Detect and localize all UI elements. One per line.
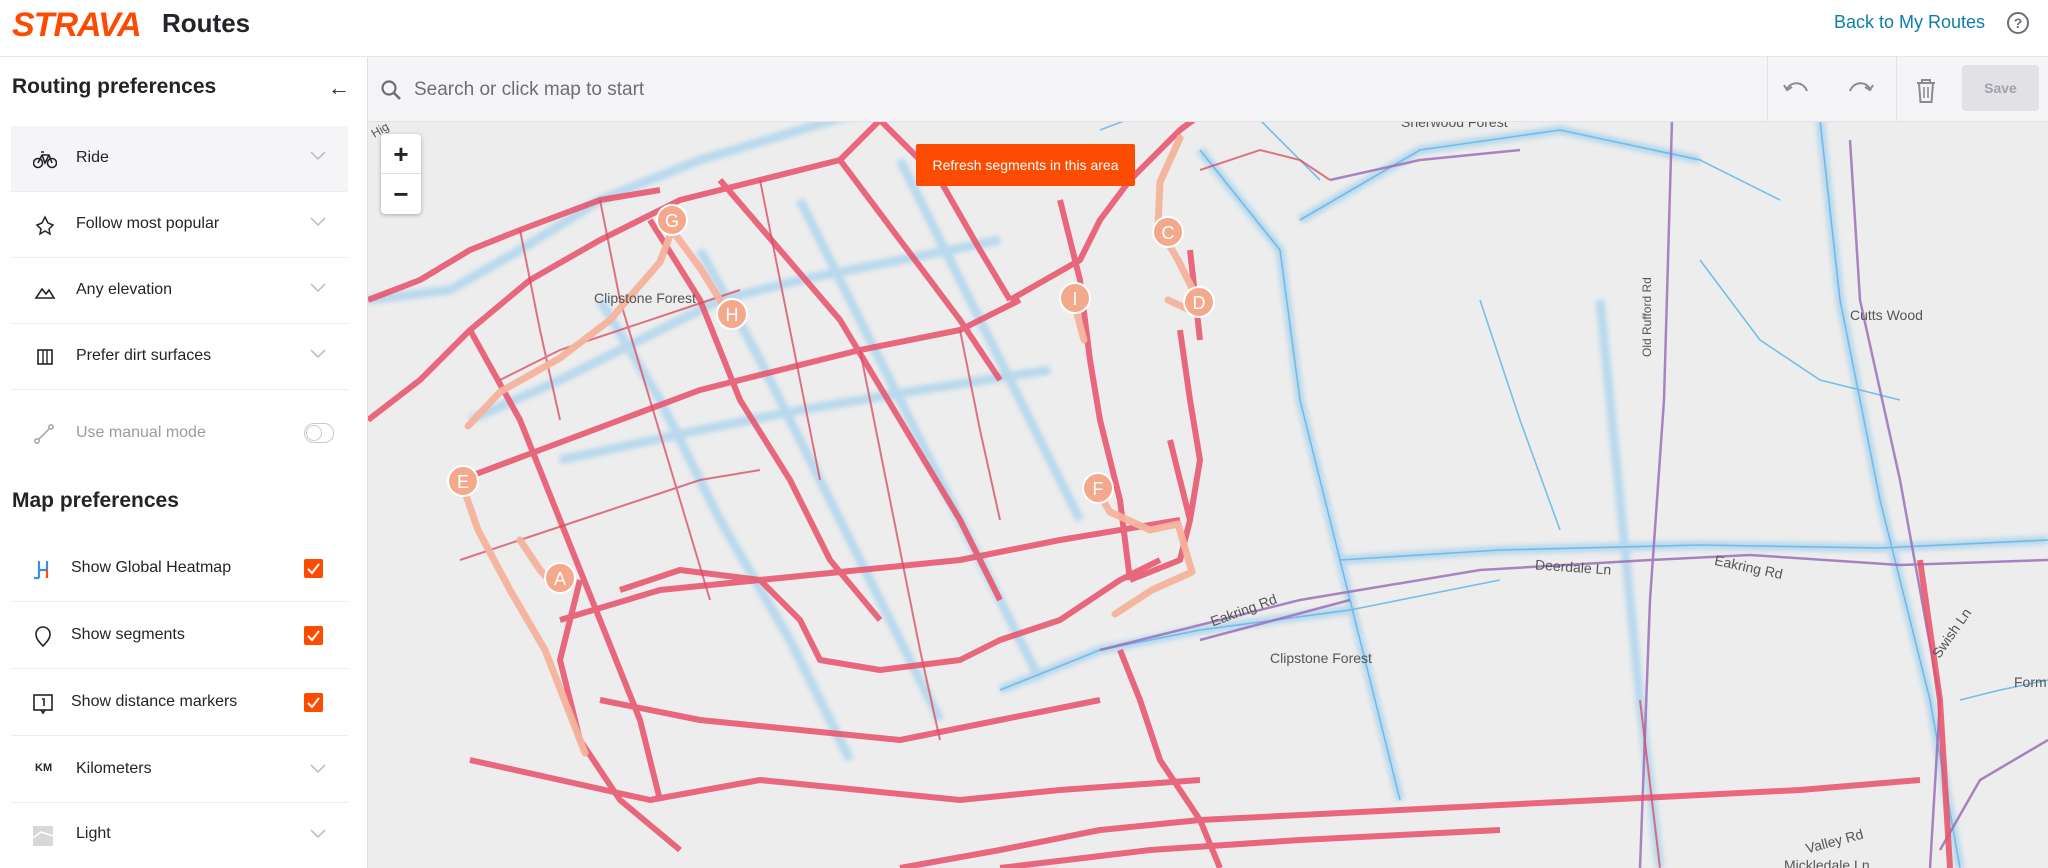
map-pref-style[interactable]: Light (11, 802, 348, 868)
chevron-down-icon (310, 151, 326, 161)
save-button[interactable]: Save (1962, 65, 2039, 111)
pref-popularity-label: Follow most popular (76, 215, 220, 232)
manual-mode-label: Use manual mode (76, 424, 206, 441)
svg-text:F: F (1093, 479, 1104, 499)
waypoint-marker-a[interactable]: A (544, 562, 576, 594)
svg-text:D: D (1193, 293, 1206, 313)
heatmap-icon (34, 561, 49, 580)
zoom-out-button[interactable]: − (381, 174, 421, 214)
map-pref-style-label: Light (76, 825, 111, 842)
pref-surface-label: Prefer dirt surfaces (76, 347, 212, 364)
route-map[interactable]: G H C D I E F A Sherwood Forest Clipston… (368, 57, 2048, 868)
manual-route-icon (34, 424, 54, 444)
segments-checkbox[interactable] (304, 626, 323, 645)
map-pref-segments[interactable]: Show segments (11, 603, 348, 669)
pref-elevation-label: Any elevation (76, 281, 173, 298)
place-label: Cutts Wood (1850, 307, 1923, 323)
map-preferences-heading: Map preferences (12, 489, 179, 512)
pref-surface[interactable]: Prefer dirt surfaces (11, 324, 348, 390)
svg-text:H: H (726, 305, 739, 325)
waypoint-layer: G H C D I E F A (447, 176, 1215, 594)
back-to-routes-link[interactable]: Back to My Routes (1834, 12, 1985, 33)
map-pref-segments-label: Show segments (71, 626, 185, 643)
chevron-down-icon (310, 349, 326, 359)
road-label: Old Rufford Rd (1640, 277, 1654, 357)
map-style-icon (32, 826, 54, 846)
map-pref-distance-markers[interactable]: Show distance markers (11, 670, 348, 736)
waypoint-marker-g[interactable]: G (656, 176, 688, 236)
pref-ride-label: Ride (76, 149, 109, 166)
chevron-down-icon (310, 764, 326, 774)
undo-icon[interactable] (1781, 75, 1811, 105)
distance-marker-icon (33, 694, 53, 715)
zoom-controls: + − (381, 134, 421, 214)
waypoint-marker-i[interactable]: I (1059, 282, 1091, 314)
waypoint-marker-d[interactable]: D (1183, 286, 1215, 318)
waypoint-marker-h[interactable]: H (716, 298, 748, 330)
road-label: Mickledale Ln (1784, 857, 1870, 868)
bike-icon (33, 151, 57, 169)
svg-text:I: I (1072, 289, 1077, 309)
redo-icon[interactable] (1846, 75, 1876, 105)
place-label: Clipstone Forest (1270, 650, 1372, 666)
search-icon (381, 80, 401, 100)
km-icon: KM (35, 762, 53, 774)
chevron-down-icon (310, 829, 326, 839)
top-bar: STRAVA Routes Back to My Routes ? (0, 0, 2048, 57)
toolbar-divider (1896, 57, 1897, 122)
pref-elevation[interactable]: Any elevation (11, 258, 348, 324)
pref-ride[interactable]: Ride (11, 126, 348, 192)
map-pref-units-label: Kilometers (76, 760, 152, 777)
map-pref-heatmap-label: Show Global Heatmap (71, 559, 232, 576)
segment-icon (35, 626, 51, 648)
svg-text:A: A (554, 569, 566, 589)
manual-mode-toggle[interactable] (304, 423, 334, 443)
chevron-down-icon (310, 217, 326, 227)
help-icon[interactable]: ? (2007, 12, 2029, 34)
routing-preferences-heading: Routing preferences (12, 75, 217, 98)
place-label: Form (2014, 674, 2047, 690)
svg-text:C: C (1162, 223, 1175, 243)
zoom-in-button[interactable]: + (381, 134, 421, 174)
pref-popularity[interactable]: Follow most popular (11, 192, 348, 258)
distance-markers-checkbox[interactable] (304, 693, 323, 712)
search-bar (368, 57, 1767, 122)
elevation-icon (34, 287, 56, 299)
map-pref-units[interactable]: KM Kilometers (11, 737, 348, 803)
page-title: Routes (162, 8, 251, 38)
place-label: Clipstone Forest (594, 290, 696, 306)
svg-text:E: E (457, 472, 469, 492)
trash-icon[interactable] (1911, 75, 1941, 105)
surface-icon (37, 349, 53, 365)
refresh-segments-button[interactable]: Refresh segments in this area (916, 144, 1135, 186)
route-toolbar: Save (1767, 57, 2048, 122)
sidebar: Routing preferences ← Ride Follow most p… (0, 57, 368, 868)
waypoint-marker-f[interactable]: F (1082, 472, 1114, 504)
heatmap-checkbox[interactable] (304, 559, 323, 578)
search-input[interactable] (414, 71, 1734, 109)
manual-mode-row: Use manual mode (11, 399, 348, 469)
popular-icon (35, 215, 55, 236)
svg-text:G: G (665, 211, 679, 231)
collapse-sidebar-button[interactable]: ← (328, 75, 350, 101)
waypoint-marker-e[interactable]: E (447, 465, 479, 497)
strava-logo[interactable]: STRAVA (12, 6, 142, 45)
chevron-down-icon (310, 283, 326, 293)
map-pref-heatmap[interactable]: Show Global Heatmap (11, 536, 348, 602)
map-pref-distance-markers-label: Show distance markers (71, 693, 238, 710)
waypoint-marker-c[interactable]: C (1152, 216, 1184, 248)
